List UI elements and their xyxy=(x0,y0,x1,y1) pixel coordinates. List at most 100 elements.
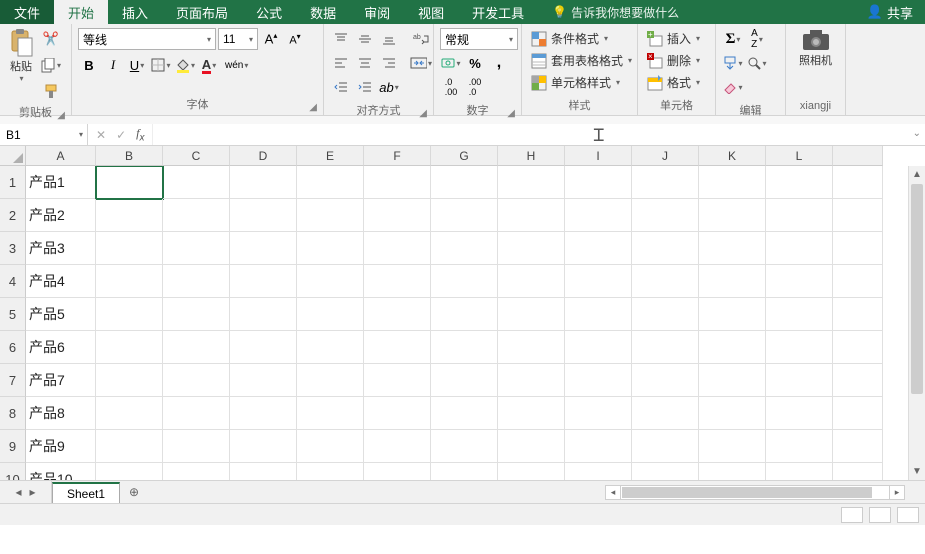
fill-button[interactable]: ▾ xyxy=(722,52,744,74)
cell[interactable] xyxy=(230,364,297,397)
row-header[interactable]: 3 xyxy=(0,232,26,265)
column-header[interactable]: H xyxy=(498,146,565,166)
align-bottom-button[interactable] xyxy=(378,28,400,50)
cell[interactable] xyxy=(833,364,883,397)
cell[interactable]: 产品6 xyxy=(26,331,96,364)
cell[interactable] xyxy=(431,397,498,430)
cell[interactable] xyxy=(431,430,498,463)
cell[interactable] xyxy=(230,298,297,331)
cell[interactable] xyxy=(766,364,833,397)
cell[interactable] xyxy=(364,232,431,265)
cell[interactable] xyxy=(431,364,498,397)
cell[interactable] xyxy=(163,364,230,397)
cell[interactable] xyxy=(297,331,364,364)
cell[interactable] xyxy=(364,397,431,430)
cell[interactable] xyxy=(364,199,431,232)
enter-formula-button[interactable]: ✓ xyxy=(116,128,126,142)
row-header[interactable]: 1 xyxy=(0,166,26,199)
decrease-font-button[interactable]: A▾ xyxy=(284,28,306,50)
paste-button[interactable]: 粘贴 ▾ xyxy=(4,26,38,85)
font-name-combo[interactable]: 等线▾ xyxy=(78,28,216,50)
cell[interactable] xyxy=(565,232,632,265)
tab-insert[interactable]: 插入 xyxy=(108,0,162,24)
cell[interactable] xyxy=(565,298,632,331)
cell[interactable] xyxy=(431,232,498,265)
cell[interactable] xyxy=(833,166,883,199)
cell[interactable]: 产品5 xyxy=(26,298,96,331)
cell[interactable] xyxy=(498,199,565,232)
cell[interactable] xyxy=(632,298,699,331)
cell[interactable] xyxy=(96,232,163,265)
camera-button[interactable]: 照相机 xyxy=(790,26,841,70)
insert-function-button[interactable]: fx xyxy=(136,126,144,143)
cell[interactable] xyxy=(699,463,766,480)
increase-font-button[interactable]: A▴ xyxy=(260,28,282,50)
align-middle-button[interactable] xyxy=(354,28,376,50)
cell[interactable] xyxy=(96,331,163,364)
cell[interactable] xyxy=(833,397,883,430)
cell[interactable] xyxy=(96,397,163,430)
cell[interactable] xyxy=(498,298,565,331)
cell[interactable] xyxy=(699,232,766,265)
cell[interactable] xyxy=(565,463,632,480)
cell[interactable] xyxy=(632,265,699,298)
cell[interactable]: 产品3 xyxy=(26,232,96,265)
select-all-button[interactable] xyxy=(0,146,26,166)
normal-view-button[interactable] xyxy=(841,507,863,523)
cell[interactable] xyxy=(364,298,431,331)
new-sheet-button[interactable]: ⊕ xyxy=(120,481,148,503)
scroll-right-button[interactable]: ▸ xyxy=(889,486,904,499)
cell[interactable] xyxy=(833,430,883,463)
cell[interactable] xyxy=(565,166,632,199)
column-header[interactable]: A xyxy=(26,146,96,166)
cell[interactable]: 产品10 xyxy=(26,463,96,480)
cell[interactable] xyxy=(431,331,498,364)
cell[interactable] xyxy=(297,199,364,232)
cell[interactable] xyxy=(699,265,766,298)
insert-cells-button[interactable]: +插入▾ xyxy=(644,28,703,49)
format-painter-button[interactable] xyxy=(40,80,62,102)
cell[interactable] xyxy=(297,232,364,265)
cell[interactable]: 产品1 xyxy=(26,166,96,199)
cell[interactable] xyxy=(230,463,297,480)
autosum-button[interactable]: Σ▾ xyxy=(722,28,744,50)
tab-file[interactable]: 文件 xyxy=(0,0,54,24)
row-header[interactable]: 6 xyxy=(0,331,26,364)
dialog-launcher-icon[interactable]: ◢ xyxy=(57,110,65,121)
column-header[interactable]: I xyxy=(565,146,632,166)
decrease-indent-button[interactable] xyxy=(330,76,352,98)
increase-indent-button[interactable] xyxy=(354,76,376,98)
cell[interactable] xyxy=(766,265,833,298)
cell[interactable] xyxy=(364,430,431,463)
cell[interactable] xyxy=(565,199,632,232)
percent-button[interactable]: % xyxy=(464,52,486,74)
cut-button[interactable]: ✂️ xyxy=(40,28,62,50)
cell[interactable] xyxy=(498,430,565,463)
cell[interactable] xyxy=(699,331,766,364)
cell[interactable] xyxy=(163,430,230,463)
cell[interactable] xyxy=(766,298,833,331)
cell[interactable] xyxy=(632,397,699,430)
cell[interactable] xyxy=(498,166,565,199)
cell[interactable] xyxy=(632,232,699,265)
cell[interactable] xyxy=(632,463,699,480)
row-header[interactable]: 4 xyxy=(0,265,26,298)
page-layout-view-button[interactable] xyxy=(869,507,891,523)
cell[interactable] xyxy=(498,463,565,480)
copy-button[interactable]: ▾ xyxy=(40,54,62,76)
cell[interactable] xyxy=(96,199,163,232)
dialog-launcher-icon[interactable]: ◢ xyxy=(419,108,427,119)
align-top-button[interactable] xyxy=(330,28,352,50)
cell[interactable] xyxy=(163,331,230,364)
cell[interactable] xyxy=(766,463,833,480)
cell[interactable] xyxy=(833,331,883,364)
cell[interactable] xyxy=(163,166,230,199)
cell[interactable] xyxy=(96,166,163,199)
cell[interactable] xyxy=(565,364,632,397)
fill-color-button[interactable]: ▾ xyxy=(174,54,196,76)
cell[interactable] xyxy=(230,265,297,298)
scroll-down-button[interactable]: ▼ xyxy=(909,463,925,480)
cell[interactable] xyxy=(498,331,565,364)
tab-view[interactable]: 视图 xyxy=(404,0,458,24)
formula-input[interactable]: Ꮖ ⌄ xyxy=(153,124,925,145)
